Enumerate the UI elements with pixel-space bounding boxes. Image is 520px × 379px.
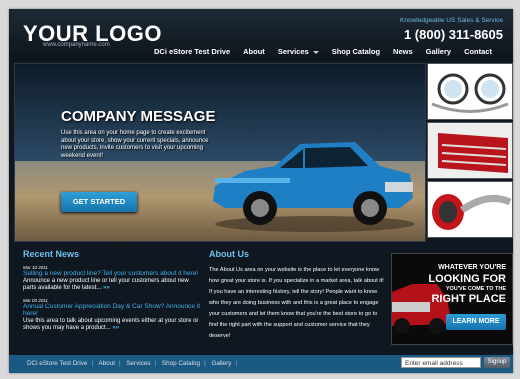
about-us-text: The About Us area on your website is the… [209,267,384,339]
thumbnail-air-intake[interactable] [427,181,513,238]
read-more-link[interactable]: »» [112,325,119,331]
recent-news-title: Recent News [23,249,80,259]
truck-image [213,142,415,232]
news-headline-link[interactable]: Annual Customer Appreciation Day & Car S… [23,303,203,318]
footer-links: DCi eStore Test Drive | About | Services | … [27,360,241,367]
footer-separator: | [91,360,94,367]
logo-url: www.companyname.com [43,42,110,48]
learn-more-button[interactable]: LEARN MORE [446,314,506,330]
nav-item-shop-catalog[interactable]: Shop Catalog [332,47,380,56]
main-nav: DCi eStore Test Drive About Services Sho… [154,47,505,56]
promo-line-1: WHATEVER YOU'RE [438,264,506,271]
promo-line-3: YOU'VE COME TO THE [445,286,506,292]
footer-separator: | [154,360,157,367]
recent-news: Recent News Mar 10 2011 Selling a new pr… [23,249,203,338]
footer-separator: | [204,360,206,367]
nav-item-news[interactable]: News [393,47,413,56]
get-started-button[interactable]: GET STARTED [61,192,137,212]
read-more-link[interactable]: »» [103,285,110,291]
about-us: About Us The About Us area on your websi… [209,249,387,342]
page: YOUR LOGO www.companyname.com Knowledgea… [9,9,513,373]
nav-item-services[interactable]: Services [278,47,319,56]
news-excerpt-text: Use this area to talk about upcoming eve… [23,317,199,331]
header: YOUR LOGO www.companyname.com Knowledgea… [9,9,513,61]
about-us-title: About Us [209,249,249,259]
footer-link-services[interactable]: Services [126,360,150,367]
tagline: Knowledgeable US Sales & Service [400,17,503,24]
chevron-down-icon [312,50,319,54]
footer-link-gallery[interactable]: Gallery [211,360,231,367]
promo-line-2: LOOKING FOR [428,273,506,285]
news-item: Mar 03 2011 Annual Customer Appreciation… [23,298,203,332]
footer-separator: | [235,360,238,367]
news-headline-link[interactable]: Selling a new product line? Tell your cu… [23,270,203,278]
footer-link-test-drive[interactable]: DCi eStore Test Drive [27,360,87,367]
thumbnail-tailgate[interactable] [427,122,513,179]
promo-banner[interactable]: WHATEVER YOU'RE LOOKING FOR YOU'VE COME … [391,253,513,345]
news-excerpt: Announce a new product line or tell your… [23,278,203,292]
nav-item-test-drive[interactable]: DCi eStore Test Drive [154,47,230,56]
promo-line-4: RIGHT PLACE [431,293,506,305]
air-intake-image [428,182,512,237]
product-thumbnails [427,63,513,240]
news-item: Mar 10 2011 Selling a new product line? … [23,265,203,292]
hero-title: COMPANY MESSAGE [61,108,216,125]
phone-number: 1 (800) 311-8605 [403,27,503,42]
footer-separator: | [118,360,121,367]
thumbnail-fog-lights[interactable] [427,63,513,120]
nav-item-gallery[interactable]: Gallery [426,47,451,56]
nav-item-about[interactable]: About [243,47,265,56]
footer-link-shop-catalog[interactable]: Shop Catalog [162,360,200,367]
hero-banner[interactable]: COMPANY MESSAGE Use this area on your ho… [14,63,426,242]
tailgate-image [428,123,512,178]
footer: DCi eStore Test Drive | About | Services | … [9,355,513,373]
fog-lights-image [431,73,509,113]
email-input[interactable]: Enter email address [401,357,481,368]
nav-item-services-label: Services [277,47,309,56]
hero-text: Use this area on your home page to creat… [61,130,209,159]
footer-link-about[interactable]: About [98,360,114,367]
news-excerpt: Use this area to talk about upcoming eve… [23,318,203,332]
nav-item-contact[interactable]: Contact [464,47,492,56]
signup-button[interactable]: Signup [484,357,510,368]
